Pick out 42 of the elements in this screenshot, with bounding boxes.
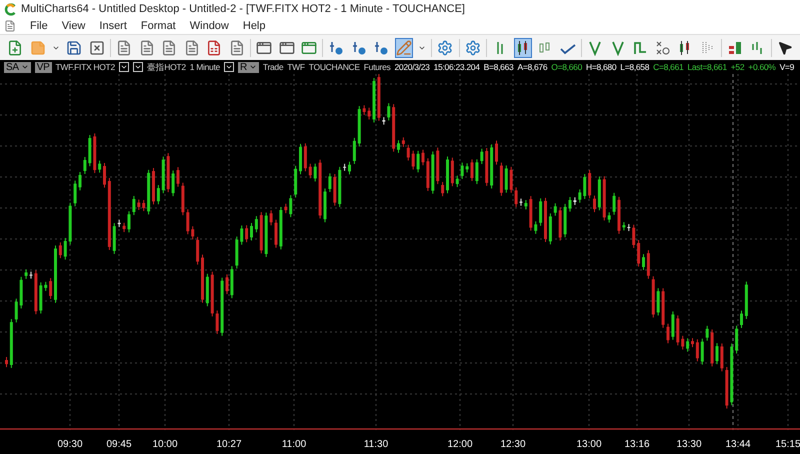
time-axis-label: 13:30 [676,438,702,452]
chart-info-text: H=8,680 [586,60,616,74]
chart-info-text: Futures [364,60,390,74]
chart-info-text: B=8,663 [484,60,514,74]
chart-info-text: Trade [262,60,284,74]
chart-dropdown[interactable]: R [238,62,259,72]
time-axis-label: 13:00 [576,438,602,452]
volume-profile-toggle[interactable]: VP [34,62,52,72]
chart-info-text: O=8,660 [551,60,582,74]
chart-info-text: TWF.FITX HOT2 [56,60,115,74]
chart-info-text: 1 Minute [190,60,220,74]
time-axis-label: 12:30 [500,438,526,452]
menu-item[interactable]: Window [190,18,229,34]
chart-info-text: TOUCHANCE [308,60,360,74]
time-axis-label: 10:00 [152,438,178,452]
time-axis-label: 15:15 [775,438,800,452]
chart-info-text: +0.60% [748,60,776,74]
chart-dropdown[interactable]: SA [4,62,31,72]
chart-info-text: 臺指HOT2 [146,60,186,74]
time-axis-label: 13:16 [624,438,650,452]
chart-info-text: Last=8,661 [687,60,727,74]
menu-item[interactable]: File [30,18,48,34]
menu-item[interactable]: Insert [99,18,127,34]
chart-info-text: A=8,676 [517,60,548,74]
time-axis-label: 10:27 [216,438,242,452]
chart-info-text: 15:06:23.204 [434,60,480,74]
chart-info-text: TWF [287,60,305,74]
menu-item[interactable]: View [62,18,86,34]
time-axis-label: 09:30 [57,438,83,452]
time-axis-label: 11:30 [364,438,388,452]
window-title: MultiCharts64 - Untitled Desktop - Untitled-2 - [TWF.FITX HOT2 - 1 Minute - TOUCHANCE] [21,2,465,17]
chart-info-text: V=9 [780,60,794,74]
time-axis-label: 12:00 [447,438,473,452]
menu-item[interactable]: Help [242,18,266,34]
time-axis-label: 13:44 [725,438,751,452]
chart-info-text: C=8,661 [653,60,684,74]
time-axis-label: 09:45 [106,438,132,452]
chart-info-text: L=8,658 [620,60,650,74]
menu-item[interactable]: Format [140,18,176,34]
time-axis-label: 11:00 [282,438,306,452]
chart-info-text: 2020/3/23 [394,60,430,74]
chart-info-text: +52 [730,60,744,74]
